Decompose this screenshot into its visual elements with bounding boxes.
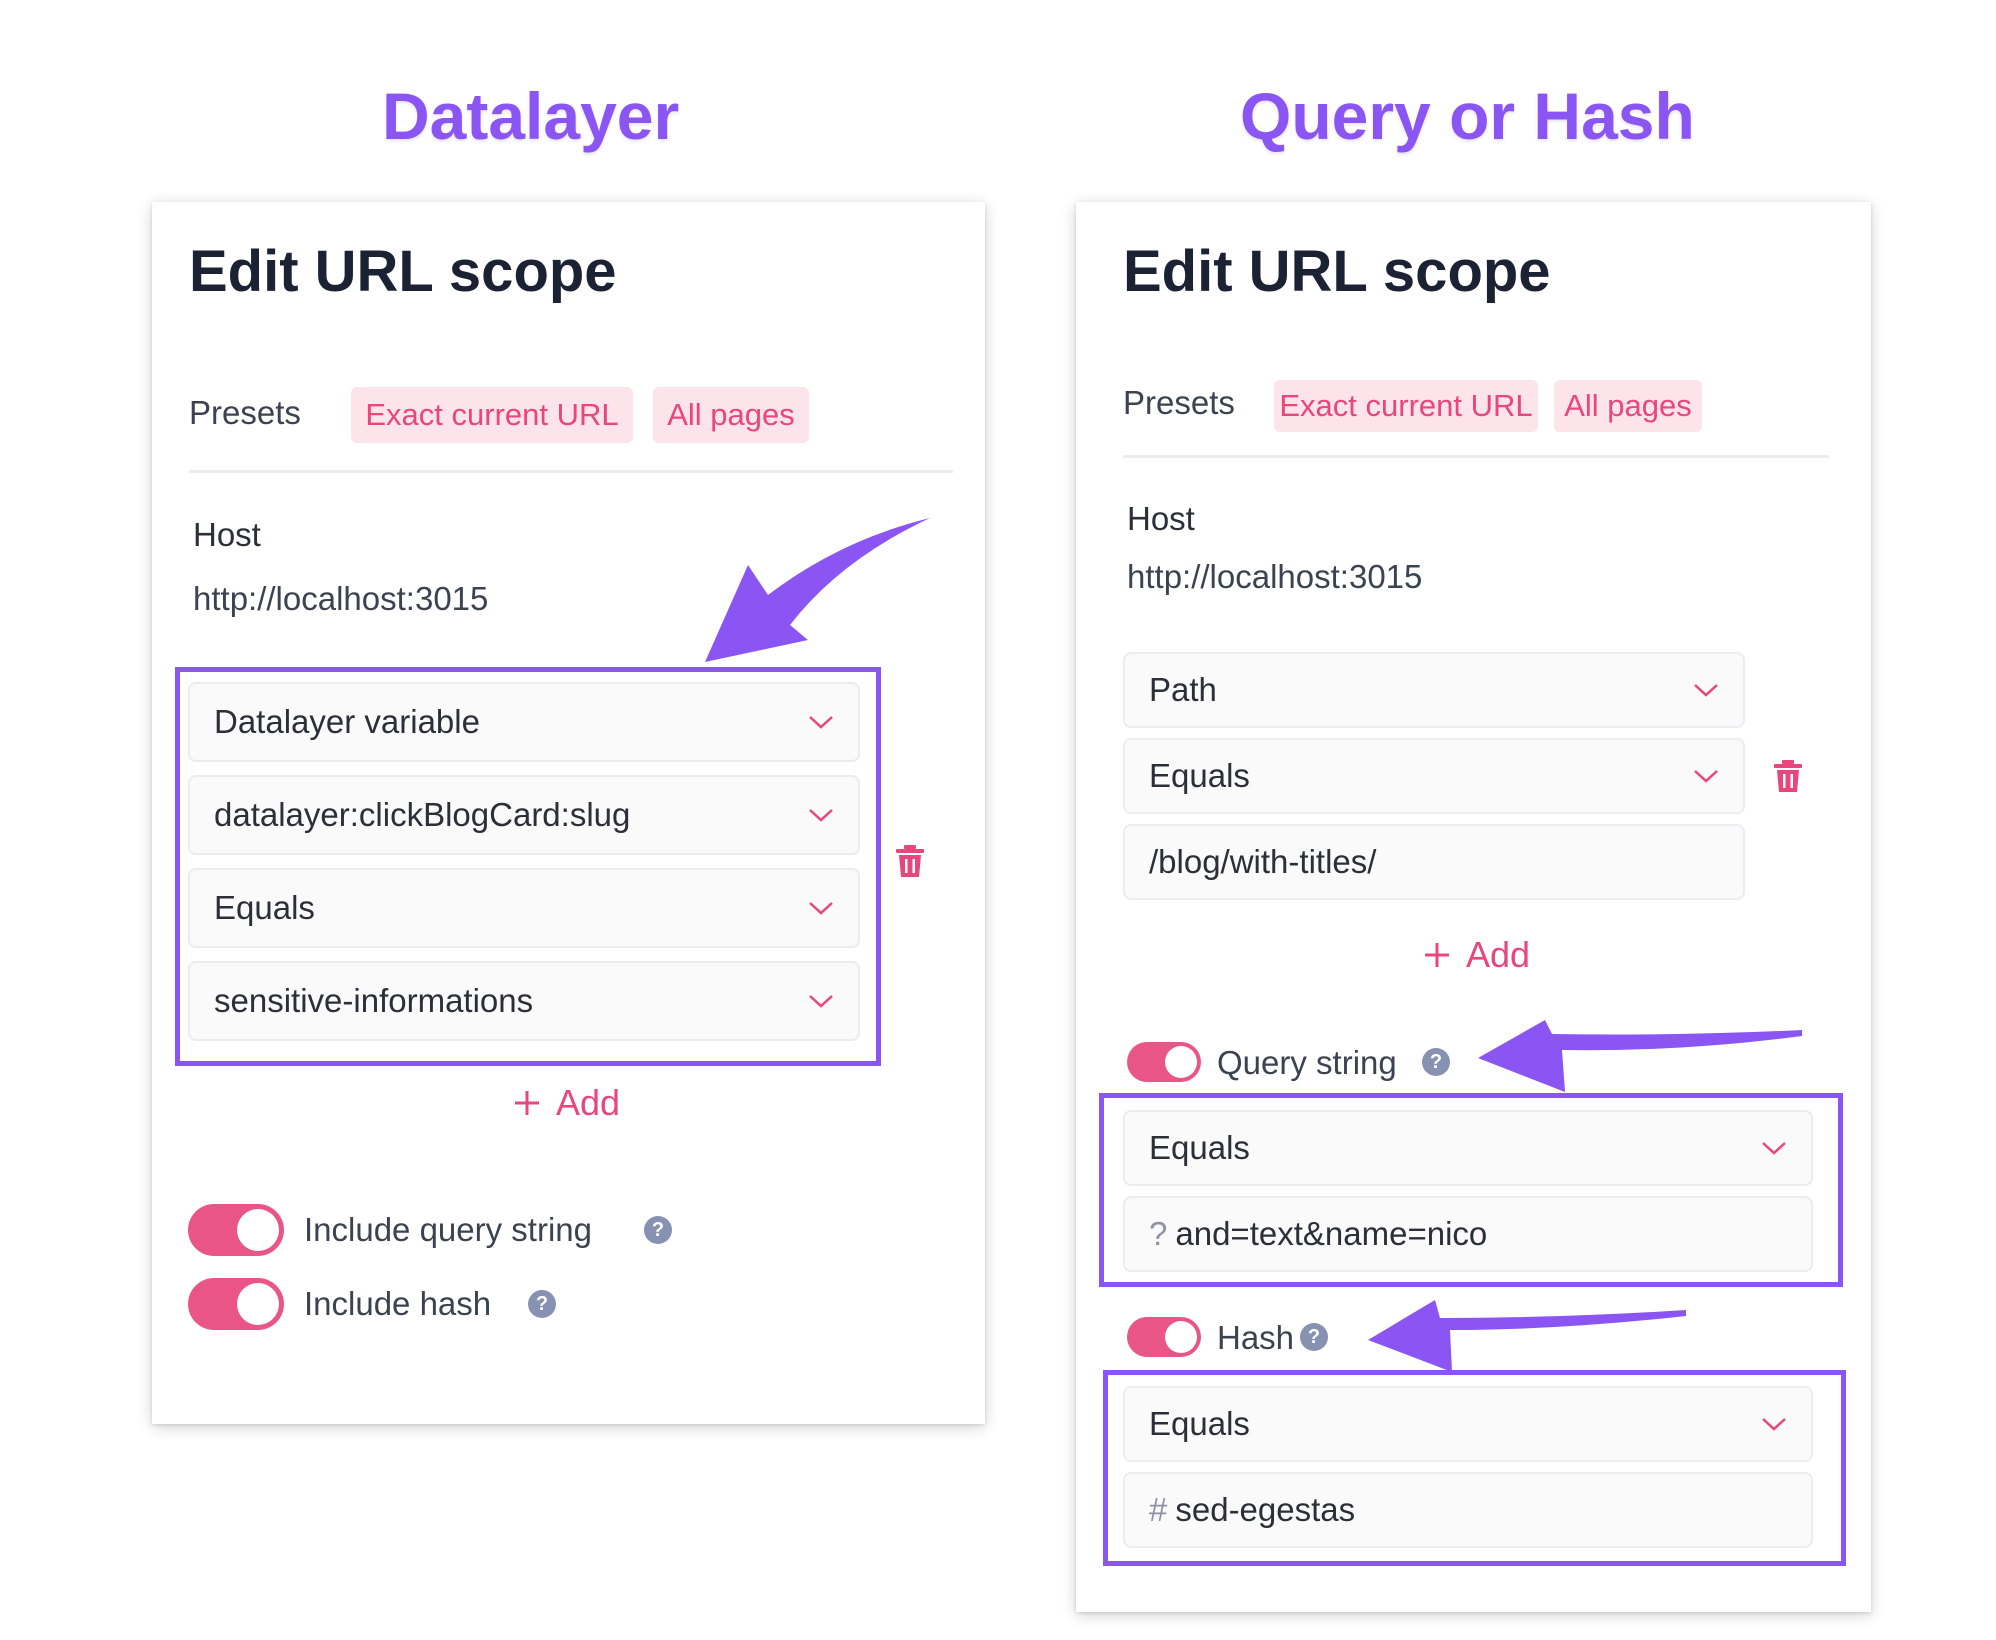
presets-label: Presets [189, 394, 301, 431]
include-query-string-toggle[interactable] [188, 1204, 284, 1256]
path-operator-select[interactable]: Equals [1123, 738, 1745, 814]
path-select[interactable]: Path [1123, 652, 1745, 728]
help-icon[interactable]: ? [1422, 1048, 1450, 1076]
presets-divider [189, 470, 953, 473]
path-value: /blog/with-titles/ [1149, 843, 1377, 880]
toggle-knob [237, 1209, 279, 1251]
plus-icon [1425, 943, 1449, 967]
include-query-string-label: Include query string [304, 1211, 592, 1248]
path-value-input[interactable]: /blog/with-titles/ [1123, 824, 1745, 900]
include-hash-label: Include hash [304, 1285, 492, 1322]
help-icon[interactable]: ? [528, 1290, 556, 1318]
hash-highlight-box [1103, 1370, 1846, 1566]
toggle-knob [237, 1283, 279, 1325]
host-value: http://localhost:3015 [1127, 558, 1423, 595]
toggle-knob [1165, 1046, 1197, 1078]
host-value: http://localhost:3015 [193, 580, 489, 617]
chevron-down-icon [1694, 684, 1718, 697]
panel-title: Edit URL scope [1123, 239, 1551, 304]
heading-datalayer: Datalayer [382, 79, 680, 153]
help-icon[interactable]: ? [644, 1216, 672, 1244]
preset-exact-current-url[interactable]: Exact current URL [1274, 380, 1538, 432]
hash-label: Hash [1217, 1319, 1295, 1356]
query-string-toggle[interactable] [1127, 1042, 1201, 1082]
query-string-label: Query string [1217, 1044, 1397, 1081]
host-label: Host [1127, 500, 1195, 537]
query-highlight-box [1099, 1093, 1843, 1287]
add-rule-label: Add [556, 1082, 621, 1123]
delete-rule-trash-icon[interactable] [895, 844, 925, 878]
panel-title: Edit URL scope [189, 239, 617, 304]
preset-exact-current-url[interactable]: Exact current URL [351, 387, 633, 443]
path-operator-value: Equals [1149, 757, 1250, 794]
add-rule-button[interactable]: Add [512, 1082, 620, 1124]
preset-all-pages[interactable]: All pages [653, 387, 809, 443]
plus-icon [515, 1091, 539, 1115]
datalayer-highlight-box [175, 667, 881, 1066]
help-icon[interactable]: ? [1300, 1323, 1328, 1351]
presets-divider [1123, 455, 1829, 458]
chevron-down-icon [1694, 770, 1718, 783]
host-label: Host [193, 516, 261, 553]
toggle-knob [1165, 1321, 1197, 1353]
delete-rule-trash-icon[interactable] [1773, 759, 1803, 793]
preset-all-pages[interactable]: All pages [1554, 380, 1702, 432]
add-rule-label: Add [1466, 934, 1531, 975]
add-rule-button[interactable]: Add [1422, 934, 1530, 976]
path-select-value: Path [1149, 671, 1217, 708]
presets-label: Presets [1123, 384, 1235, 421]
include-hash-toggle[interactable] [188, 1278, 284, 1330]
heading-query-or-hash: Query or Hash [1240, 79, 1695, 153]
hash-toggle[interactable] [1127, 1317, 1201, 1357]
